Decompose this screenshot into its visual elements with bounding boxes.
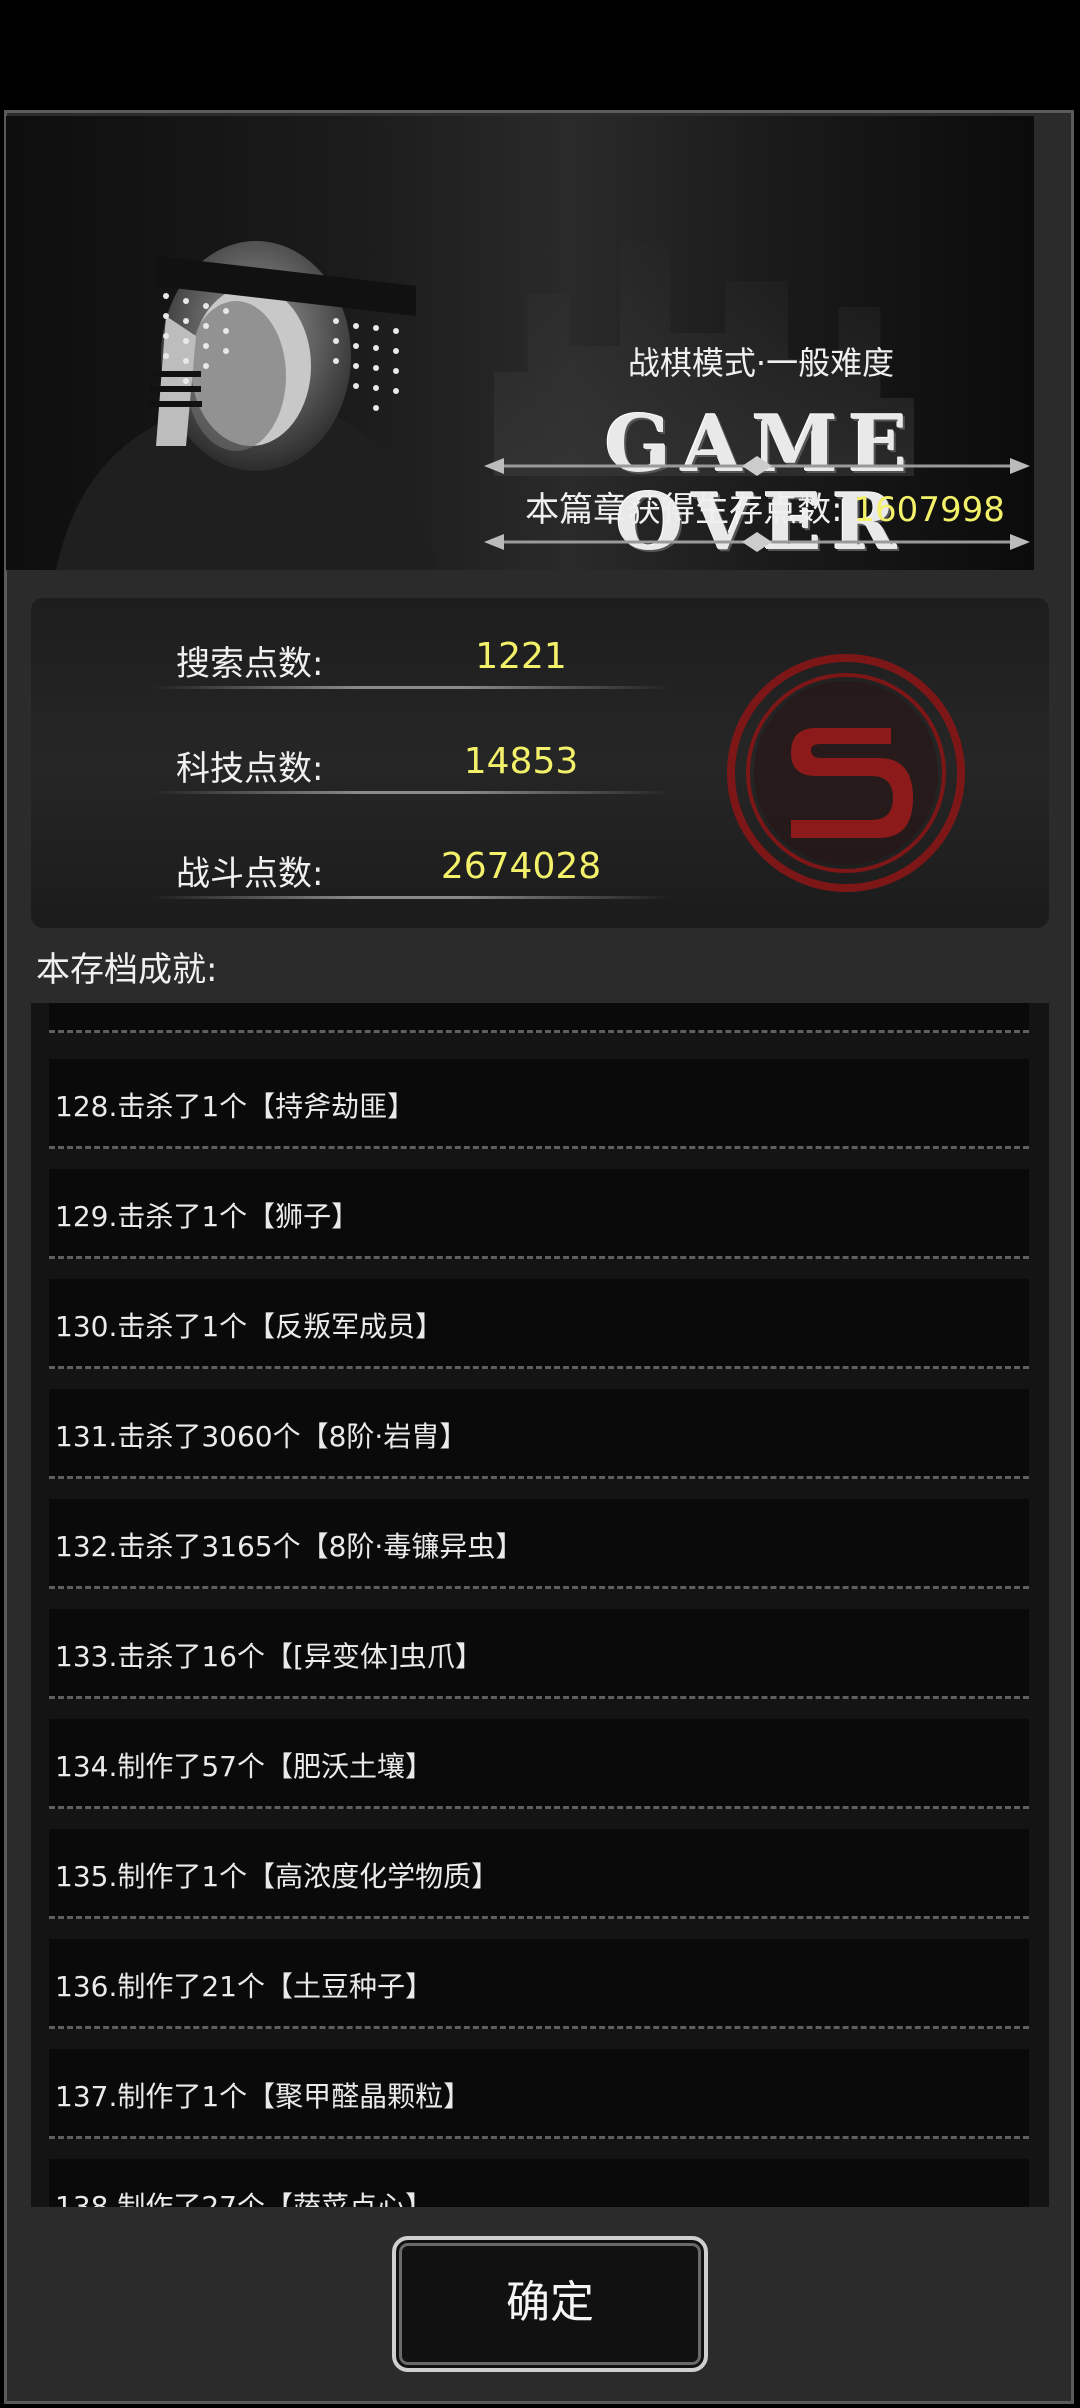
achievement-text: 135.制作了1个【高浓度化学物质】 — [55, 1860, 500, 1893]
achievement-text: 132.击杀了3165个【8阶·毒镰异虫】 — [55, 1530, 524, 1563]
list-item: 133.击杀了16个【[异变体]虫爪】 — [49, 1609, 1029, 1699]
achievement-text: 134.制作了57个【肥沃土壤】 — [55, 1750, 433, 1783]
survival-points-label: 本篇章获得生存点数: — [525, 490, 843, 530]
list-item: 131.击杀了3060个【8阶·岩胄】 — [49, 1389, 1029, 1479]
stat-label: 科技点数: — [176, 749, 324, 789]
survival-points-line: 本篇章获得生存点数: 1607998 — [505, 482, 1025, 531]
stat-row-combat: 战斗点数: 2674028 — [31, 838, 731, 899]
achievement-text: 138.制作了27个【蔬菜点心】 — [55, 2190, 433, 2207]
achievement-text: 131.击杀了3060个【8阶·岩胄】 — [55, 1420, 468, 1453]
character-portrait — [56, 241, 436, 570]
ornament-bottom — [484, 532, 1030, 552]
stats-panel: 搜索点数: 1221 科技点数: 14853 战斗点数: 2674028 — [31, 598, 1049, 928]
stat-divider — [151, 686, 671, 689]
achievement-text: 129.击杀了1个【狮子】 — [55, 1200, 360, 1233]
achievement-text: 128.击杀了1个【持斧劫匪】 — [55, 1090, 416, 1123]
survival-points-value: 1607998 — [853, 490, 1005, 530]
achievement-text: 136.制作了21个【土豆种子】 — [55, 1970, 433, 2003]
list-item: 137.制作了1个【聚甲醛晶颗粒】 — [49, 2049, 1029, 2139]
list-item: 130.击杀了1个【反叛军成员】 — [49, 1279, 1029, 1369]
stat-label: 战斗点数: — [176, 854, 324, 894]
ornament-top — [484, 456, 1030, 476]
achievement-text: 137.制作了1个【聚甲醛晶颗粒】 — [55, 2080, 472, 2113]
list-item: 132.击杀了3165个【8阶·毒镰异虫】 — [49, 1499, 1029, 1589]
stat-row-search: 搜索点数: 1221 — [31, 628, 731, 689]
list-item: 129.击杀了1个【狮子】 — [49, 1169, 1029, 1259]
mode-difficulty-title: 战棋模式·一般难度 — [627, 344, 895, 382]
achievement-text: 130.击杀了1个【反叛军成员】 — [55, 1310, 444, 1343]
stat-divider — [151, 791, 671, 794]
confirm-button[interactable]: 确定 — [392, 2236, 708, 2372]
list-item — [49, 1003, 1029, 1033]
list-item: 128.击杀了1个【持斧劫匪】 — [49, 1059, 1029, 1149]
stat-value: 14853 — [463, 741, 579, 782]
achievements-list[interactable]: 128.击杀了1个【持斧劫匪】 129.击杀了1个【狮子】 130.击杀了1个【… — [31, 1003, 1049, 2207]
stat-label: 搜索点数: — [176, 644, 324, 684]
stat-divider — [151, 896, 671, 899]
achievement-text: 133.击杀了16个【[异变体]虫爪】 — [55, 1640, 483, 1673]
stat-value: 1221 — [475, 636, 567, 677]
stat-row-tech: 科技点数: 14853 — [31, 733, 731, 794]
list-item: 134.制作了57个【肥沃土壤】 — [49, 1719, 1029, 1809]
achievements-title: 本存档成就: — [36, 950, 218, 990]
list-item: 136.制作了21个【土豆种子】 — [49, 1939, 1029, 2029]
list-item: 138.制作了27个【蔬菜点心】 — [49, 2159, 1029, 2207]
list-item: 135.制作了1个【高浓度化学物质】 — [49, 1829, 1029, 1919]
stat-value: 2674028 — [440, 846, 602, 887]
s-emblem-icon — [727, 654, 965, 892]
